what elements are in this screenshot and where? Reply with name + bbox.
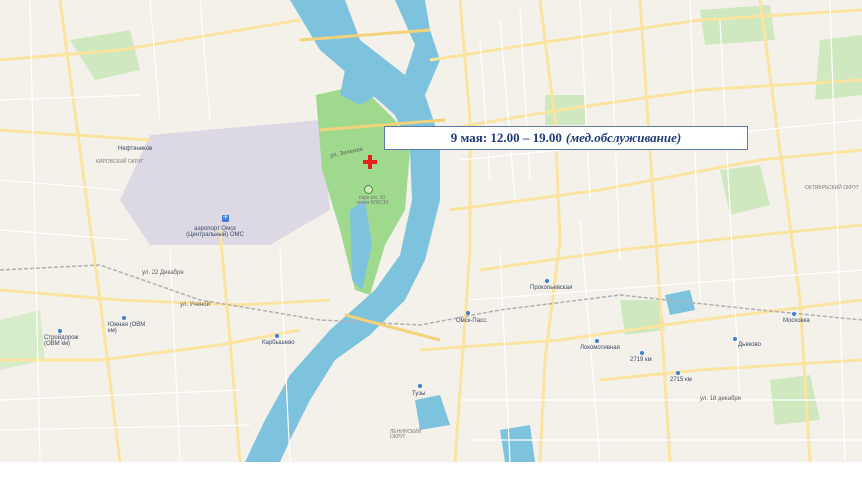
station-tuzovo-icon: [418, 384, 422, 388]
station-yuzhnaya-icon: [122, 316, 126, 320]
station-karbyshevo-icon: [275, 334, 279, 338]
city-map[interactable]: [0, 0, 862, 462]
station-dyakovo-icon: [733, 337, 737, 341]
label-omsk-pass: Омск-Пасс.: [456, 318, 488, 324]
event-time: 9 мая: 12.00 – 19.00: [450, 130, 562, 145]
label-karbyshevo: Карбышево: [262, 340, 295, 346]
pond-2: [500, 425, 535, 462]
label-loskomotivnaya: Локомотивная: [580, 345, 620, 351]
label-kirovsky: КИРОВСКИЙ ОКРУГ: [96, 159, 144, 165]
label-park-name: парк им. 30 летия ВЛКСМ: [356, 195, 388, 206]
label-tuzovo: Тузы: [412, 391, 426, 397]
station-prokopievskaya-icon: [545, 279, 549, 283]
station-loskomotivnaya-icon: [595, 339, 599, 343]
green-patch-5: [815, 35, 862, 100]
event-banner: 9 мая: 12.00 – 19.00 (мед.обслуживание): [384, 126, 748, 150]
station-omsk-pass-icon: [466, 311, 470, 315]
label-ul-22-dekabrya: ул. 22 Декабря: [142, 270, 184, 276]
label-km2715: 2715 км: [670, 377, 692, 383]
label-ul-18-dekabrya: ул. 18 декабря: [700, 396, 741, 402]
label-airport: аэропорт Омск (Центральный) ОМС: [186, 226, 244, 238]
label-leninsky: ЛЕНИНСКИЙ ОКРУГ: [390, 429, 422, 440]
medical-cross-horizontal: [363, 160, 377, 164]
label-oktyabrsky: ОКТЯБРЬСКИЙ ОКРУГ: [805, 185, 860, 191]
station-2719-icon: [640, 351, 644, 355]
airport-icon: ✈: [222, 215, 229, 222]
station-stroitelnoe-icon: [58, 329, 62, 333]
park-marker-icon: [364, 185, 373, 194]
event-note: (мед.обслуживание): [565, 130, 682, 145]
map-viewport[interactable]: Нефтяников КИРОВСКИЙ ОКРУГ аэропорт Омск…: [0, 0, 862, 462]
label-yuzhnaya: Южная (ОВМ км): [108, 322, 146, 334]
station-moskovka-icon: [792, 312, 796, 316]
station-2715-icon: [676, 371, 680, 375]
label-ul-uchenoy: ул. Ученой: [180, 302, 210, 308]
label-neftyannik: Нефтяников: [118, 146, 153, 152]
label-prokopievskaya: Прокопьевская: [530, 285, 573, 291]
label-moskovka: Московка: [783, 318, 810, 324]
label-dyakovo: Дьяково: [738, 342, 761, 348]
label-km2719: 2719 км: [630, 357, 652, 363]
medical-point-icon[interactable]: [363, 155, 377, 169]
label-stroitelnoe: Стройдорож (ОВМ км): [44, 335, 79, 347]
